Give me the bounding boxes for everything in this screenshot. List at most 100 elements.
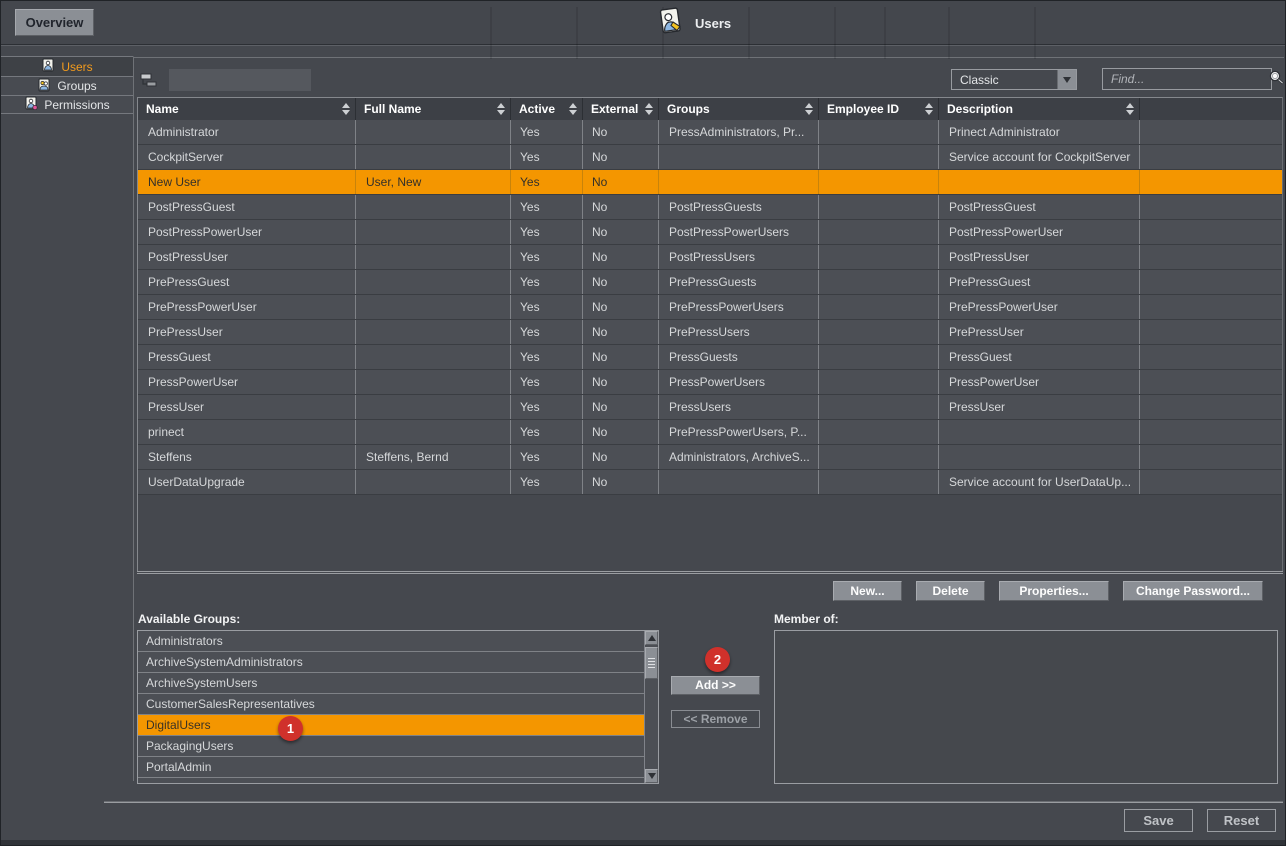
cell: Yes: [511, 295, 583, 319]
sort-icon[interactable]: [645, 103, 653, 115]
cell: PressGuests: [659, 345, 819, 369]
cell: prinect: [138, 420, 356, 444]
table-row[interactable]: prinectYesNoPrePressPowerUsers, P...: [138, 420, 1282, 445]
add-button[interactable]: Add >>: [671, 676, 760, 695]
scroll-up-icon[interactable]: [645, 631, 658, 645]
sidebar-item-permissions[interactable]: Permissions: [1, 95, 134, 114]
cell: Yes: [511, 245, 583, 269]
scrollbar-thumb[interactable]: [645, 647, 658, 679]
table-row[interactable]: PrePressUserYesNoPrePressUsersPrePressUs…: [138, 320, 1282, 345]
cell: [819, 270, 939, 294]
user-administration-window: Overview Users: [0, 0, 1286, 846]
properties-button[interactable]: Properties...: [999, 581, 1109, 601]
cell: Administrators, ArchiveS...: [659, 445, 819, 469]
column-header-description[interactable]: Description: [939, 98, 1140, 120]
sidebar-item-users[interactable]: Users: [1, 56, 134, 76]
content-border: [134, 57, 1284, 58]
delete-button[interactable]: Delete: [916, 581, 985, 601]
sort-icon[interactable]: [1126, 103, 1134, 115]
view-style-select[interactable]: Classic: [951, 69, 1077, 90]
filter-field[interactable]: [169, 69, 311, 91]
cell: PressUser: [939, 395, 1140, 419]
overview-button[interactable]: Overview: [15, 9, 94, 36]
divider: [104, 801, 1283, 803]
chevron-down-icon[interactable]: [1057, 70, 1076, 89]
table-row[interactable]: PostPressUserYesNoPostPressUsersPostPres…: [138, 245, 1282, 270]
scrollbar[interactable]: [644, 631, 658, 783]
cell: Prinect Administrator: [939, 120, 1140, 144]
sort-icon[interactable]: [342, 103, 350, 115]
cell: [939, 170, 1140, 194]
cell: PostPressPowerUsers: [659, 220, 819, 244]
remove-button[interactable]: << Remove: [671, 710, 760, 728]
cell: PressGuest: [939, 345, 1140, 369]
sort-icon[interactable]: [569, 103, 577, 115]
sort-icon[interactable]: [805, 103, 813, 115]
table-row[interactable]: AdministratorYesNoPressAdministrators, P…: [138, 120, 1282, 145]
list-item[interactable]: CustomerSalesRepresentatives: [138, 694, 644, 715]
cell: PressUsers: [659, 395, 819, 419]
hierarchy-icon[interactable]: [140, 72, 158, 90]
cell: Yes: [511, 470, 583, 494]
table-row[interactable]: PressGuestYesNoPressGuestsPressGuest: [138, 345, 1282, 370]
search-icon[interactable]: [1268, 69, 1285, 89]
table-row-selected[interactable]: New UserUser, NewYesNo: [138, 170, 1282, 195]
list-item[interactable]: PackagingUsers: [138, 736, 644, 757]
cell: [356, 420, 511, 444]
cell: [356, 295, 511, 319]
save-button[interactable]: Save: [1124, 809, 1193, 832]
cell: User, New: [356, 170, 511, 194]
table-row[interactable]: PrePressPowerUserYesNoPrePressPowerUsers…: [138, 295, 1282, 320]
cell: Yes: [511, 345, 583, 369]
cell: No: [583, 345, 659, 369]
cell: No: [583, 295, 659, 319]
reset-button[interactable]: Reset: [1207, 809, 1276, 832]
sidebar-item-label: Users: [61, 60, 92, 74]
cell: [356, 245, 511, 269]
table-row[interactable]: PostPressPowerUserYesNoPostPressPowerUse…: [138, 220, 1282, 245]
cell: PressPowerUsers: [659, 370, 819, 394]
table-row[interactable]: PostPressGuestYesNoPostPressGuestsPostPr…: [138, 195, 1282, 220]
column-header-groups[interactable]: Groups: [659, 98, 819, 120]
cell: PostPressGuest: [939, 195, 1140, 219]
cell: UserDataUpgrade: [138, 470, 356, 494]
find-input[interactable]: [1103, 72, 1268, 86]
column-header-name[interactable]: Name: [138, 98, 356, 120]
table-row[interactable]: PressUserYesNoPressUsersPressUser: [138, 395, 1282, 420]
table-row[interactable]: SteffensSteffens, BerndYesNoAdministrato…: [138, 445, 1282, 470]
member-of-label: Member of:: [774, 612, 839, 626]
cell: [356, 145, 511, 169]
sort-icon[interactable]: [497, 103, 505, 115]
column-header-active[interactable]: Active: [511, 98, 583, 120]
cell: No: [583, 370, 659, 394]
cell: Yes: [511, 220, 583, 244]
table-row[interactable]: UserDataUpgradeYesNoService account for …: [138, 470, 1282, 495]
change-password-button[interactable]: Change Password...: [1123, 581, 1263, 601]
list-item-selected[interactable]: DigitalUsers: [138, 715, 644, 736]
cell: [939, 445, 1140, 469]
column-header-external[interactable]: External: [583, 98, 659, 120]
list-item[interactable]: PortalAdmin: [138, 757, 644, 778]
list-item[interactable]: ArchiveSystemAdministrators: [138, 652, 644, 673]
step-2-badge: 2: [705, 647, 730, 672]
toolbar-separator: [834, 7, 836, 59]
cell: Yes: [511, 145, 583, 169]
column-header-full-name[interactable]: Full Name: [356, 98, 511, 120]
column-header-employee-id[interactable]: Employee ID: [819, 98, 939, 120]
cell: Yes: [511, 420, 583, 444]
table-row[interactable]: PrePressGuestYesNoPrePressGuestsPrePress…: [138, 270, 1282, 295]
sidebar-item-groups[interactable]: Groups: [1, 76, 134, 95]
cell: [356, 220, 511, 244]
list-item[interactable]: Administrators: [138, 631, 644, 652]
member-of-list[interactable]: [774, 630, 1278, 784]
cell: Yes: [511, 395, 583, 419]
cell: [819, 170, 939, 194]
cell: Yes: [511, 320, 583, 344]
list-item[interactable]: ArchiveSystemUsers: [138, 673, 644, 694]
sort-icon[interactable]: [925, 103, 933, 115]
table-row[interactable]: CockpitServerYesNoService account for Co…: [138, 145, 1282, 170]
scroll-down-icon[interactable]: [645, 769, 658, 783]
new-button[interactable]: New...: [833, 581, 902, 601]
table-row[interactable]: PressPowerUserYesNoPressPowerUsersPressP…: [138, 370, 1282, 395]
page-title-label: Users: [695, 16, 731, 31]
